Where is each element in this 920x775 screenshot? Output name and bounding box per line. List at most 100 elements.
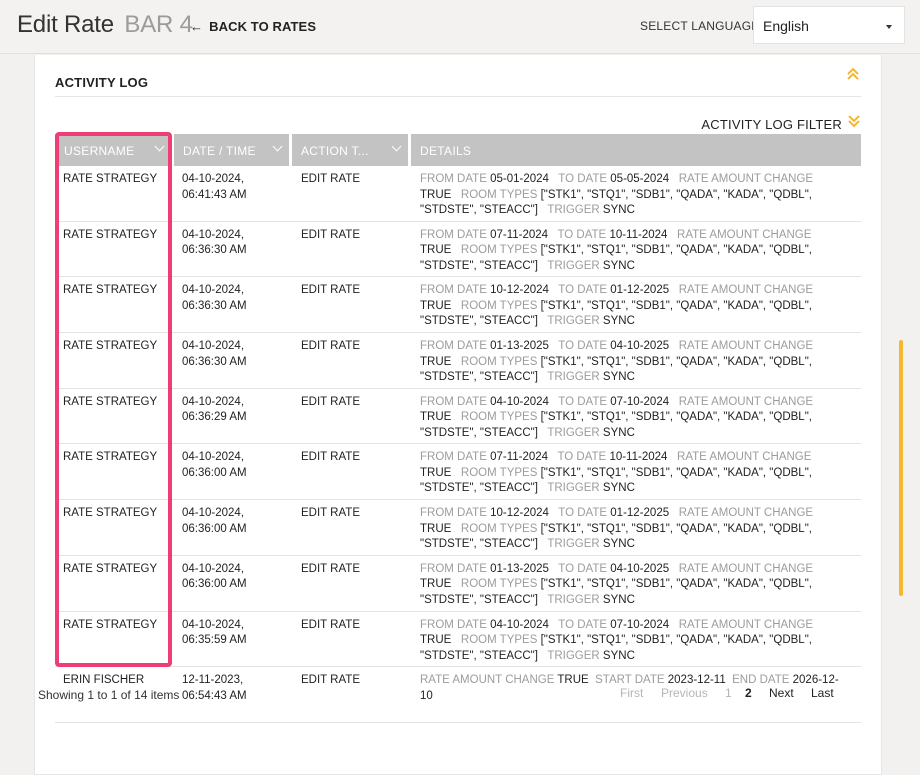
back-to-rates-link[interactable]: ← BACK TO RATES (190, 19, 316, 34)
detail-key: ROOM TYPES (460, 355, 538, 368)
rate-code: BAR 4 (124, 11, 193, 38)
date-text: 04-10-2024, (182, 451, 245, 464)
column-header-label: USERNAME (64, 144, 135, 158)
chevron-down-icon[interactable] (391, 141, 402, 152)
date-time-cell: 12-11-2023, 06:54:43 AM (182, 673, 282, 704)
details-cell: FROM DATE 07-11-2024 TO DATE 10-11-2024 … (420, 228, 850, 275)
table-row: RATE STRATEGY 04-10-2024, 06:35:59 AM EDIT … (55, 612, 861, 668)
detail-key: RATE AMOUNT CHANGE (420, 674, 555, 687)
detail-value: SYNC (602, 426, 635, 439)
chevron-down-icon[interactable] (154, 141, 165, 152)
detail-value: SYNC (602, 649, 635, 662)
detail-key: END DATE (732, 674, 790, 687)
date-time-cell: 04-10-2024, 06:36:30 AM (182, 283, 282, 314)
username-cell: RATE STRATEGY (63, 507, 158, 520)
detail-key: ROOM TYPES (460, 299, 538, 312)
time-text: 06:36:30 AM (182, 355, 247, 368)
column-header-label: DATE / TIME (183, 144, 256, 158)
detail-key: RATE AMOUNT CHANGE (678, 507, 814, 520)
column-header-label: DETAILS (420, 144, 472, 158)
chevron-double-up-icon[interactable] (846, 67, 860, 81)
detail-value: TRUE (420, 634, 452, 646)
detail-value: 07-10-2024 (610, 618, 670, 631)
column-header-label: ACTION T... (301, 144, 369, 158)
pager-next[interactable]: Next (769, 686, 794, 700)
detail-key: RATE AMOUNT CHANGE (677, 228, 812, 241)
detail-value: SYNC (602, 259, 635, 272)
detail-key: RATE AMOUNT CHANGE (678, 562, 814, 575)
pager-previous[interactable]: Previous (661, 686, 708, 700)
pager-page-1[interactable]: 1 (725, 686, 732, 700)
date-text: 04-10-2024, (182, 507, 245, 520)
pager-first[interactable]: First (620, 686, 643, 700)
detail-key: FROM DATE (420, 451, 487, 464)
detail-value: SYNC (602, 593, 635, 606)
detail-key: RATE AMOUNT CHANGE (678, 173, 814, 185)
pager-last[interactable]: Last (811, 686, 834, 700)
chevron-down-icon[interactable] (272, 141, 283, 152)
detail-key: TO DATE (558, 173, 608, 185)
detail-value: "STDSTE", "STEACC"] (420, 538, 538, 551)
detail-key: RATE AMOUNT CHANGE (678, 284, 814, 297)
pager-page-2[interactable]: 2 (745, 686, 752, 700)
table-row: RATE STRATEGY 04-10-2024, 06:36:00 AM EDIT … (55, 500, 861, 556)
detail-value: 05-01-2024 (490, 173, 549, 185)
detail-key: TO DATE (557, 451, 607, 464)
time-text: 06:41:43 AM (182, 188, 247, 201)
activity-log-title: ACTIVITY LOG (55, 75, 149, 90)
detail-value: ["STK1", "STQ1", "SDB1", "QADA", "KADA",… (540, 522, 812, 535)
table-header: USERNAME DATE / TIME ACTION T... DETAILS (55, 134, 861, 166)
chevron-double-down-icon[interactable] (847, 114, 861, 128)
details-cell: FROM DATE 04-10-2024 TO DATE 07-10-2024 … (420, 618, 850, 665)
detail-value: 01-13-2025 (490, 562, 549, 575)
detail-value: SYNC (602, 371, 635, 384)
details-cell: FROM DATE 01-13-2025 TO DATE 04-10-2025 … (420, 562, 850, 609)
time-text: 06:36:00 AM (182, 466, 247, 479)
detail-key: TRIGGER (547, 649, 600, 662)
detail-value: TRUE (420, 578, 452, 591)
detail-value: "STDSTE", "STEACC"] (420, 426, 538, 439)
scrollbar-thumb[interactable] (899, 340, 903, 596)
detail-key: RATE AMOUNT CHANGE (678, 395, 814, 408)
detail-key: ROOM TYPES (460, 466, 538, 479)
detail-key: RATE AMOUNT CHANGE (678, 618, 814, 631)
date-text: 04-10-2024, (182, 562, 245, 575)
table-row: RATE STRATEGY 04-10-2024, 06:36:00 AM EDIT … (55, 556, 861, 612)
time-text: 06:36:30 AM (182, 244, 247, 257)
detail-key: FROM DATE (420, 618, 487, 631)
activity-log-filter-toggle[interactable]: ACTIVITY LOG FILTER (701, 117, 842, 132)
time-text: 06:36:30 AM (182, 299, 247, 312)
detail-key: TO DATE (558, 562, 608, 575)
detail-value: 04-10-2024 (490, 395, 549, 408)
language-value: English (763, 18, 809, 34)
table-row: RATE STRATEGY 04-10-2024, 06:41:43 AM EDIT … (55, 166, 861, 222)
username-cell: RATE STRATEGY (63, 173, 158, 185)
column-header-action-type[interactable]: ACTION T... (292, 134, 408, 166)
time-text: 06:36:29 AM (182, 411, 247, 424)
language-select[interactable]: English (753, 6, 905, 44)
detail-key: RATE AMOUNT CHANGE (678, 340, 814, 353)
detail-value: SYNC (602, 315, 635, 328)
detail-key: TRIGGER (547, 259, 600, 272)
top-bar: Edit Rate BAR 4 ← BACK TO RATES SELECT LA… (0, 0, 920, 54)
date-time-cell: 04-10-2024, 06:36:00 AM (182, 562, 282, 593)
action-type-cell: EDIT RATE (301, 284, 360, 297)
detail-value: 05-05-2024 (610, 173, 670, 185)
detail-key: TO DATE (558, 507, 608, 520)
time-text: 06:35:59 AM (182, 634, 247, 646)
column-header-username[interactable]: USERNAME (55, 134, 171, 166)
column-header-date-time[interactable]: DATE / TIME (174, 134, 289, 166)
table-row: RATE STRATEGY 04-10-2024, 06:36:30 AM EDIT … (55, 277, 861, 334)
detail-value: ["STK1", "STQ1", "SDB1", "QADA", "KADA",… (540, 355, 812, 368)
caret-down-icon (886, 25, 892, 29)
detail-key: TRIGGER (547, 204, 600, 216)
detail-value: 04-10-2025 (610, 562, 670, 575)
detail-key: TRIGGER (547, 538, 600, 551)
username-cell: RATE STRATEGY (63, 562, 158, 575)
detail-value: ["STK1", "STQ1", "SDB1", "QADA", "KADA",… (540, 299, 812, 312)
action-type-cell: EDIT RATE (301, 395, 360, 408)
detail-value: SYNC (602, 538, 635, 551)
detail-value: "STDSTE", "STEACC"] (420, 371, 538, 384)
detail-key: ROOM TYPES (460, 244, 538, 257)
details-cell: FROM DATE 10-12-2024 TO DATE 01-12-2025 … (420, 506, 850, 553)
